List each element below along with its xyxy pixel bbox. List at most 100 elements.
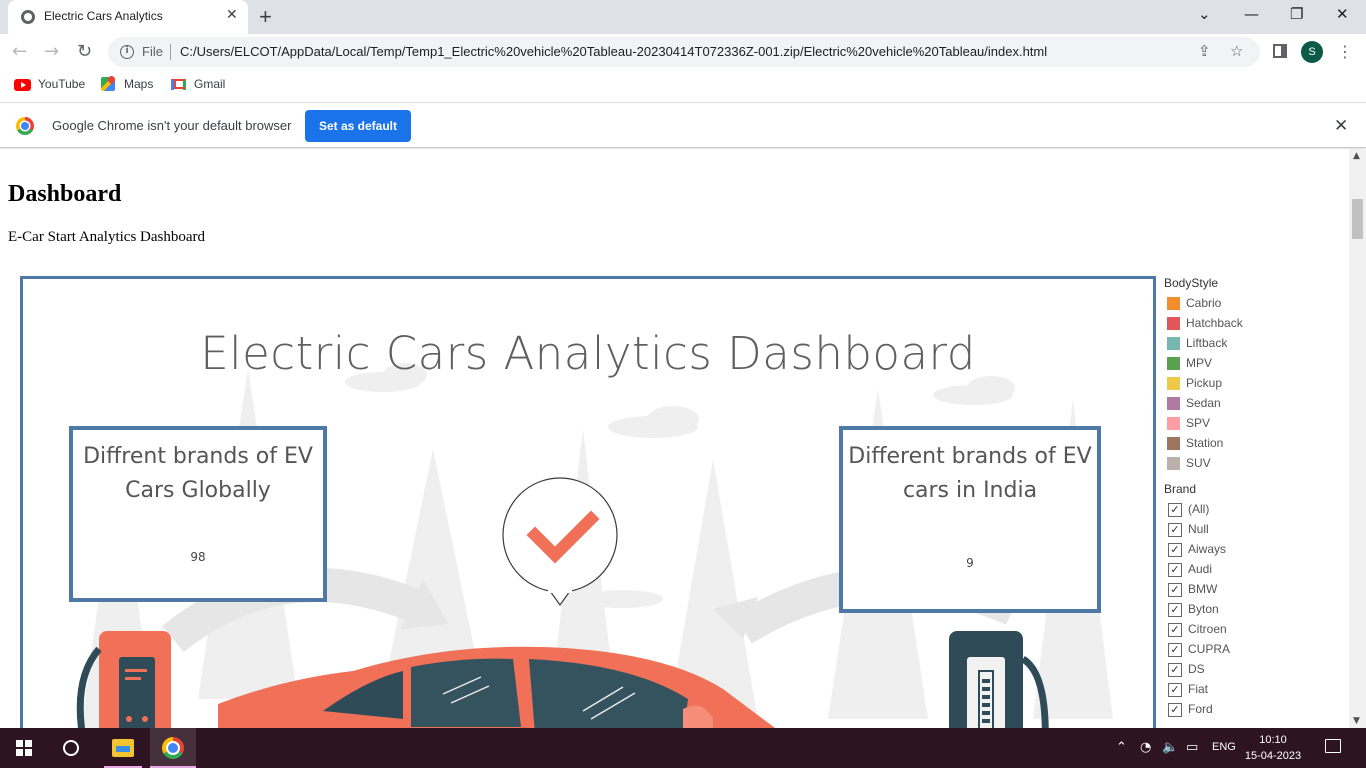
brand-filter-item[interactable]: ✓ Null [1164,521,1344,541]
legend-item[interactable]: Hatchback [1164,315,1344,335]
checkbox-checked-icon[interactable]: ✓ [1168,643,1182,657]
legend-label: Station [1186,436,1224,450]
set-as-default-button[interactable]: Set as default [305,110,411,142]
legend-item[interactable]: SUV [1164,455,1344,475]
brand-filter-item[interactable]: ✓ (All) [1164,501,1344,521]
tab-strip: Electric Cars Analytics ✕ + ⌄ — ❐ ✕ [0,0,1366,34]
language-indicator[interactable]: ENG [1212,741,1236,753]
brand-label: DS [1188,662,1205,676]
side-panel-icon[interactable] [1273,44,1287,58]
file-explorer-icon[interactable] [112,739,134,757]
kpi-global-title: Diffrent brands of EV Cars Globally [83,444,313,503]
windows-start-icon[interactable] [16,740,32,756]
brand-filter-item[interactable]: ✓ Ford [1164,701,1344,721]
bookmark-star-icon[interactable]: ☆ [1230,42,1243,60]
back-icon[interactable]: ← [12,41,27,62]
legend-swatch [1167,377,1180,390]
brand-label: Ford [1188,702,1213,716]
kpi-global-brands[interactable]: Diffrent brands of EV Cars Globally 98 [69,426,327,602]
minimize-icon[interactable]: — [1244,5,1259,23]
brand-filter-item[interactable]: ✓ CUPRA [1164,641,1344,661]
legend-item[interactable]: Cabrio [1164,295,1344,315]
chrome-taskbar-button[interactable] [150,728,196,768]
brand-filter-item[interactable]: ✓ Audi [1164,561,1344,581]
keyboard-icon[interactable]: ▭ [1186,740,1198,755]
legend-item[interactable]: MPV [1164,355,1344,375]
tab-search-icon[interactable]: ⌄ [1198,5,1211,23]
legend-swatch [1167,417,1180,430]
chrome-logo-icon [16,117,34,135]
close-tab-icon[interactable]: ✕ [226,7,238,23]
bookmark-gmail[interactable]: Gmail [194,77,225,91]
page-scrollbar[interactable]: ▲ ▼ [1349,149,1366,728]
notifications-icon[interactable] [1325,739,1341,753]
kpi-india-brands[interactable]: Different brands of EV cars in India 9 [839,426,1101,613]
menu-icon[interactable]: ⋮ [1337,42,1353,61]
checkbox-checked-icon[interactable]: ✓ [1168,683,1182,697]
profile-avatar[interactable]: S [1301,41,1323,63]
cortana-search-icon[interactable] [63,740,79,756]
legend-item[interactable]: Pickup [1164,375,1344,395]
legend-label: Liftback [1186,336,1228,350]
globe-icon [21,10,35,24]
checkbox-checked-icon[interactable]: ✓ [1168,603,1182,617]
forward-icon[interactable]: → [44,41,59,62]
brand-filter-item[interactable]: ✓ Aiways [1164,541,1344,561]
youtube-icon [14,79,31,91]
bodystyle-legend: BodyStyle Cabrio Hatchback Liftback MPV Pick… [1164,276,1344,721]
legend-item[interactable]: SPV [1164,415,1344,435]
brand-filter-item[interactable]: ✓ DS [1164,661,1344,681]
scroll-up-arrow-icon[interactable]: ▲ [1353,151,1360,161]
brand-label: Fiat [1188,682,1209,696]
kpi-global-value: 98 [190,550,206,564]
clock-date: 15-04-2023 [1244,750,1302,762]
close-icon[interactable]: ✕ [1334,116,1348,136]
share-icon[interactable]: ⇪ [1198,42,1211,60]
brand-label: Byton [1188,602,1219,616]
bookmark-youtube[interactable]: YouTube [38,77,85,91]
legend-label: MPV [1186,356,1213,370]
checkbox-checked-icon[interactable]: ✓ [1168,563,1182,577]
system-clock[interactable]: 10:10 15-04-2023 [1240,732,1306,764]
legend-label: Pickup [1186,376,1223,390]
checkbox-checked-icon[interactable]: ✓ [1168,703,1182,717]
restore-icon[interactable]: ❐ [1290,5,1303,23]
checkbox-checked-icon[interactable]: ✓ [1168,663,1182,677]
legend-title: BodyStyle [1164,276,1219,290]
volume-icon[interactable]: 🔈 [1162,740,1178,755]
clock-time: 10:10 [1259,734,1287,746]
reload-icon[interactable]: ↻ [77,41,92,62]
bookmark-maps[interactable]: Maps [124,77,153,91]
brand-filter-title: Brand [1164,482,1197,496]
checkbox-checked-icon[interactable]: ✓ [1168,583,1182,597]
brand-filter-item[interactable]: ✓ BMW [1164,581,1344,601]
info-icon[interactable]: i [120,45,134,59]
brand-label: BMW [1188,582,1218,596]
checkbox-checked-icon[interactable]: ✓ [1168,503,1182,517]
brand-filter-item[interactable]: ✓ Byton [1164,601,1344,621]
divider [170,44,171,60]
browser-tab[interactable]: Electric Cars Analytics ✕ [8,0,248,34]
brand-filter-item[interactable]: ✓ Fiat [1164,681,1344,701]
checkbox-checked-icon[interactable]: ✓ [1168,623,1182,637]
checkbox-checked-icon[interactable]: ✓ [1168,523,1182,537]
legend-item[interactable]: Liftback [1164,335,1344,355]
legend-item[interactable]: Sedan [1164,395,1344,415]
legend-swatch [1167,297,1180,310]
kpi-india-title: Different brands of EV cars in India [848,444,1092,503]
tableau-dashboard[interactable]: Electric Cars Analytics Dashboard Diffre… [20,276,1156,728]
close-window-icon[interactable]: ✕ [1336,5,1349,23]
legend-item[interactable]: Station [1164,435,1344,455]
brand-filter-item[interactable]: ✓ Citroen [1164,621,1344,641]
checkbox-checked-icon[interactable]: ✓ [1168,543,1182,557]
address-bar[interactable]: i File C:/Users/ELCOT/AppData/Local/Temp… [108,37,1260,67]
brand-label: Audi [1188,562,1213,576]
show-hidden-icons-icon[interactable]: ⌃ [1116,740,1127,755]
scroll-thumb[interactable] [1352,199,1363,239]
url-text[interactable]: C:/Users/ELCOT/AppData/Local/Temp/Temp1_… [180,44,1047,59]
page-content: Dashboard E-Car Start Analytics Dashboar… [0,149,1349,728]
new-tab-button[interactable]: + [259,4,272,30]
wifi-icon[interactable]: ◔ [1140,740,1151,755]
legend-swatch [1167,457,1180,470]
scroll-down-arrow-icon[interactable]: ▼ [1353,716,1360,726]
